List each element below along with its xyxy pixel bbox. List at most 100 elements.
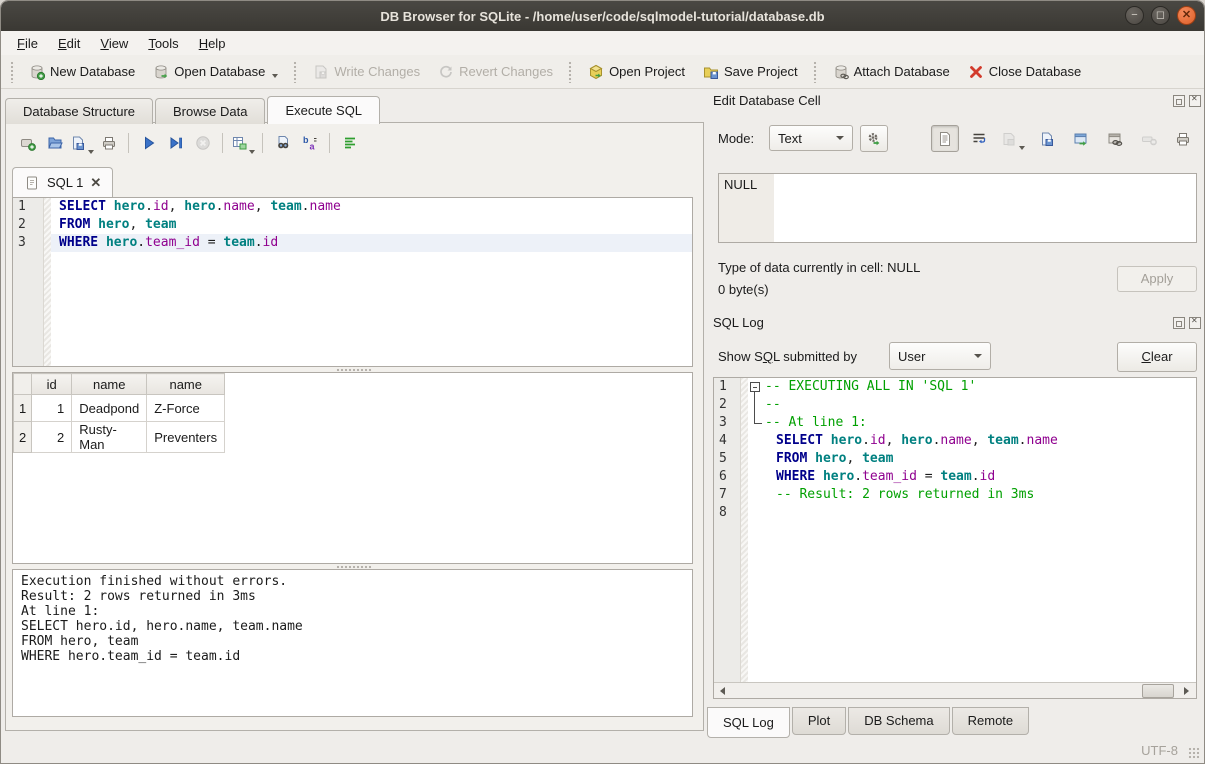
word-wrap-button[interactable] — [965, 125, 993, 152]
close-dock-icon[interactable] — [1189, 95, 1201, 107]
title-bar[interactable]: DB Browser for SQLite - /home/user/code/… — [1, 1, 1204, 31]
export-csv-icon — [231, 135, 247, 151]
execution-message: Execution finished without errors. Resul… — [12, 569, 693, 717]
toolbar-separator — [293, 61, 298, 83]
close-dock-icon[interactable] — [1189, 317, 1201, 329]
new-tab-button[interactable] — [14, 130, 41, 156]
menu-edit[interactable]: Edit — [48, 33, 90, 54]
open-project-button[interactable]: Open Project — [579, 60, 694, 84]
bottom-tab-remote[interactable]: Remote — [952, 707, 1030, 735]
execute-line-button[interactable] — [162, 130, 189, 156]
results-body: 11DeadpondZ-Force22Rusty-ManPreventers — [14, 395, 225, 453]
toolbar-separator — [222, 133, 223, 153]
edit-cell-dock-header: Edit Database Cell — [713, 93, 1201, 108]
replace-button[interactable]: ba — [296, 130, 323, 156]
sql-tab[interactable]: SQL 1 ✕ — [12, 167, 113, 197]
menu-view[interactable]: View — [90, 33, 138, 54]
find-button[interactable] — [269, 130, 296, 156]
tab-database-structure[interactable]: Database Structure — [5, 98, 153, 124]
text-mode-button[interactable] — [931, 125, 959, 152]
code-line-2: 2FROM hero, team — [13, 216, 692, 234]
table-cell[interactable]: 2 — [32, 422, 72, 453]
fold-marker — [750, 432, 765, 450]
scroll-right-icon[interactable] — [1182, 686, 1192, 696]
chevron-down-icon[interactable] — [249, 150, 255, 154]
print-button[interactable] — [95, 130, 122, 156]
table-row: 22Rusty-ManPreventers — [14, 422, 225, 453]
execute-all-button[interactable] — [135, 130, 162, 156]
export-csv-button[interactable] — [229, 130, 256, 156]
app-window: DB Browser for SQLite - /home/user/code/… — [0, 0, 1205, 764]
save-sql-icon — [70, 135, 86, 151]
scroll-left-icon[interactable] — [718, 686, 728, 696]
submitted-by-value: User — [898, 349, 925, 364]
format-button[interactable] — [336, 130, 363, 156]
open-database-button[interactable]: Open Database — [144, 60, 287, 84]
close-database-button[interactable]: Close Database — [959, 60, 1091, 84]
tab-execute-sql[interactable]: Execute SQL — [267, 96, 380, 124]
doc-icon — [24, 175, 40, 191]
close-tab-icon[interactable]: ✕ — [90, 176, 101, 189]
scrollbar-thumb[interactable] — [1142, 684, 1174, 698]
maximize-button[interactable]: ◻ — [1151, 6, 1170, 25]
execute-line-icon — [168, 135, 184, 151]
tab-browse-data[interactable]: Browse Data — [155, 98, 265, 124]
column-header-name-1[interactable]: name — [72, 374, 147, 395]
database-open-icon — [153, 64, 169, 80]
submitted-by-combobox[interactable]: User — [889, 342, 991, 370]
link-button[interactable] — [1101, 125, 1129, 152]
stop-button — [189, 130, 216, 156]
toolbar-drag-handle[interactable] — [10, 61, 15, 83]
toolbar-separator — [262, 133, 263, 153]
menu-help[interactable]: Help — [189, 33, 236, 54]
write-changes-icon — [313, 64, 329, 80]
sql-log-view[interactable]: 1-- EXECUTING ALL IN 'SQL 1'2--3-- At li… — [713, 377, 1197, 699]
table-cell[interactable]: Deadpond — [72, 395, 147, 422]
minimize-button[interactable]: − — [1125, 6, 1144, 25]
table-cell[interactable]: Rusty-Man — [72, 422, 147, 453]
import-icon — [1039, 131, 1055, 147]
cell-value-editor[interactable]: NULL — [718, 173, 1197, 243]
import-button[interactable] — [1033, 125, 1061, 152]
open-sql-button[interactable] — [41, 130, 68, 156]
bottom-tab-sql-log[interactable]: SQL Log — [707, 707, 790, 738]
print-button[interactable] — [1169, 125, 1197, 152]
chevron-down-icon[interactable] — [88, 150, 94, 154]
export-window-icon — [1073, 131, 1089, 147]
column-header-id-0[interactable]: id — [32, 374, 72, 395]
chevron-down-icon — [974, 354, 982, 358]
bottom-tab-db-schema[interactable]: DB Schema — [848, 707, 949, 735]
resize-grip[interactable] — [1188, 747, 1200, 759]
fold-marker[interactable] — [750, 378, 765, 396]
sql-editor[interactable]: 1SELECT hero.id, hero.name, team.name2FR… — [12, 197, 693, 367]
chevron-down-icon[interactable] — [272, 74, 278, 78]
save-sql-button[interactable] — [68, 130, 95, 156]
code-line-3: 3WHERE hero.team_id = team.id — [13, 234, 692, 252]
row-header[interactable]: 1 — [14, 395, 32, 422]
new-database-button[interactable]: New Database — [20, 60, 144, 84]
close-button[interactable]: ✕ — [1177, 6, 1196, 25]
log-horizontal-scrollbar[interactable] — [714, 682, 1196, 698]
save-project-button[interactable]: Save Project — [694, 60, 807, 84]
set-null-button — [1135, 125, 1163, 152]
auto-apply-button[interactable] — [860, 125, 888, 152]
export-window-button[interactable] — [1067, 125, 1095, 152]
float-dock-icon[interactable] — [1173, 317, 1185, 329]
menu-tools[interactable]: Tools — [138, 33, 188, 54]
column-header-name-2[interactable]: name — [147, 374, 225, 395]
new-tab-icon — [20, 135, 36, 151]
mode-combobox[interactable]: Text — [769, 125, 853, 151]
table-cell[interactable]: 1 — [32, 395, 72, 422]
attach-database-button[interactable]: Attach Database — [824, 60, 959, 84]
chevron-down-icon — [836, 136, 844, 140]
results-grid[interactable]: idnamename 11DeadpondZ-Force22Rusty-ManP… — [12, 372, 693, 564]
row-header[interactable]: 2 — [14, 422, 32, 453]
table-cell[interactable]: Z-Force — [147, 395, 225, 422]
table-row: 11DeadpondZ-Force — [14, 395, 225, 422]
table-cell[interactable]: Preventers — [147, 422, 225, 453]
float-dock-icon[interactable] — [1173, 95, 1185, 107]
bottom-tab-plot[interactable]: Plot — [792, 707, 846, 735]
cell-type-info: Type of data currently in cell: NULL — [718, 260, 920, 275]
menu-file[interactable]: File — [7, 33, 48, 54]
clear-log-button[interactable]: Clear — [1117, 342, 1197, 372]
